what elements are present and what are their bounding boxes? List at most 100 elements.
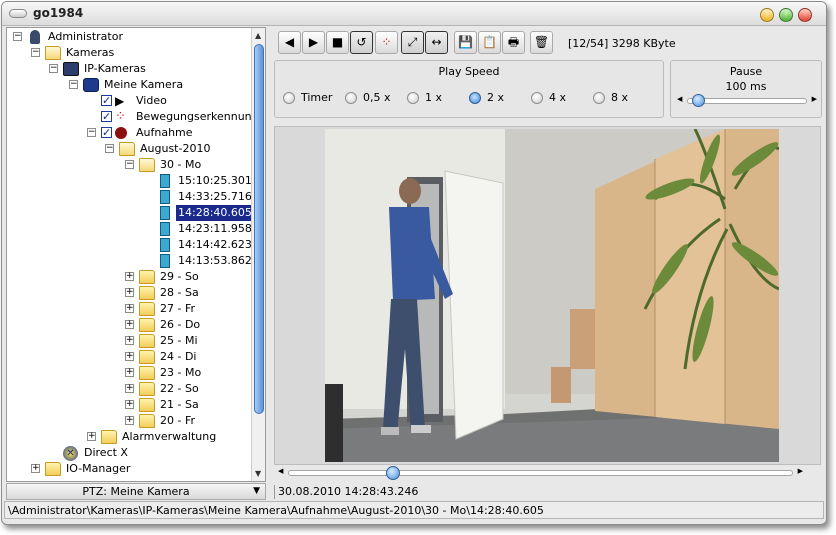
collapse-icon[interactable]: −	[87, 128, 96, 137]
tree-item[interactable]: +26 - Do	[7, 317, 247, 333]
expand-icon[interactable]: +	[125, 384, 134, 393]
tree-item[interactable]: − August-2010	[7, 141, 247, 157]
slider-left-arrow-icon[interactable]: ◀	[278, 467, 283, 475]
tree-item[interactable]: − 30 - Mo	[7, 157, 247, 173]
tree-item[interactable]: +22 - So	[7, 381, 247, 397]
pause-slider-thumb[interactable]	[692, 94, 705, 107]
camera-tree[interactable]: − Administrator − Kameras − IP-Kameras − Meine …	[6, 27, 266, 482]
tree-item-label: Direct X	[84, 446, 128, 459]
tree-item-label: 26 - Do	[160, 318, 201, 331]
pause-slider-track[interactable]	[687, 98, 807, 104]
motion-markers-button[interactable]: ⁘	[375, 31, 398, 54]
folder-icon	[139, 350, 155, 364]
collapse-icon[interactable]: −	[105, 144, 114, 153]
tree-item[interactable]: +27 - Fr	[7, 301, 247, 317]
collapse-icon[interactable]: −	[31, 48, 40, 57]
tree-item[interactable]: ✓ ▶ Video	[7, 93, 247, 109]
tree-item[interactable]: +28 - Sa	[7, 285, 247, 301]
play-speed-title: Play Speed	[438, 65, 500, 78]
minimize-button[interactable]	[760, 8, 774, 22]
print-icon: 🖶	[507, 35, 520, 49]
fullscreen-button[interactable]: ⤢	[401, 31, 424, 54]
playback-position-thumb[interactable]	[386, 466, 400, 480]
tree-item[interactable]: + Alarmverwaltung	[7, 429, 247, 445]
camera-frame-image	[325, 129, 779, 462]
expand-icon[interactable]: +	[31, 464, 40, 473]
radio-icon[interactable]	[593, 92, 605, 104]
expand-icon[interactable]: +	[125, 272, 134, 281]
ptz-selector[interactable]: PTZ: Meine Kamera ▼	[6, 483, 266, 500]
previous-button[interactable]: ◀	[278, 31, 301, 54]
tree-item-label: 14:28:40.605	[175, 204, 255, 222]
slider-right-arrow-icon[interactable]: ▶	[812, 95, 817, 103]
expand-icon[interactable]: +	[125, 352, 134, 361]
radio-icon[interactable]	[407, 92, 419, 104]
radio-icon[interactable]	[531, 92, 543, 104]
play-button[interactable]: ▶	[302, 31, 325, 54]
tree-item[interactable]: +21 - Sa	[7, 397, 247, 413]
playback-position-slider[interactable]: ◀ ▶	[274, 466, 807, 480]
motion-markers-icon: ⁘	[381, 35, 392, 49]
collapse-icon[interactable]: −	[125, 160, 134, 169]
expand-icon[interactable]: +	[125, 288, 134, 297]
recycle-bin-icon: 🗑	[533, 35, 550, 49]
scroll-down-icon[interactable]: ▼	[255, 469, 261, 478]
clipboard-button[interactable]: 📋	[478, 31, 501, 54]
camera-frame[interactable]	[325, 129, 779, 462]
tree-item[interactable]: +25 - Mi	[7, 333, 247, 349]
tree-item[interactable]: − IP-Kameras	[7, 61, 247, 77]
expand-icon[interactable]: +	[125, 320, 134, 329]
expand-icon[interactable]: +	[125, 336, 134, 345]
pause-slider[interactable]: ◀ ▶	[677, 94, 817, 107]
expand-icon[interactable]: +	[125, 304, 134, 313]
radio-icon[interactable]	[469, 92, 481, 104]
radio-icon[interactable]	[283, 92, 295, 104]
maximize-button[interactable]	[779, 8, 793, 22]
collapse-icon[interactable]: −	[69, 80, 78, 89]
chevron-down-icon[interactable]: ▼	[253, 484, 260, 499]
slider-right-arrow-icon[interactable]: ▶	[798, 467, 803, 475]
expand-icon[interactable]: +	[87, 432, 96, 441]
tree-item[interactable]: − Administrator	[7, 29, 247, 45]
expand-icon[interactable]: +	[125, 400, 134, 409]
close-button[interactable]	[798, 8, 812, 22]
tree-item-checkbox[interactable]: ✓	[101, 127, 112, 138]
radio-icon[interactable]	[345, 92, 357, 104]
tree-item[interactable]: 14:28:40.605	[7, 204, 255, 222]
collapse-icon[interactable]: −	[49, 64, 58, 73]
tree-item[interactable]: − Kameras	[7, 45, 247, 61]
tree-item[interactable]: + IO-Manager	[7, 461, 247, 477]
tree-item-checkbox[interactable]: ✓	[101, 111, 112, 122]
tree-item[interactable]: − Meine Kamera	[7, 77, 247, 93]
delete-button[interactable]: 🗑	[530, 31, 553, 54]
tree-item[interactable]: ✓ ⁘ Bewegungserkennung	[7, 109, 259, 125]
tree-item[interactable]: 14:13:53.862	[7, 253, 252, 269]
playback-position-track[interactable]	[288, 470, 793, 476]
tree-scrollbar-thumb[interactable]	[254, 44, 264, 414]
tree-item[interactable]: ✕ Direct X	[7, 445, 247, 461]
tree-item[interactable]: +23 - Mo	[7, 365, 247, 381]
tree-item[interactable]: − ✓ Aufnahme	[7, 125, 247, 141]
tree-item-label: 15:10:25.301	[178, 174, 252, 187]
expand-icon[interactable]: +	[125, 416, 134, 425]
tree-item[interactable]: +24 - Di	[7, 349, 247, 365]
tree-item[interactable]: +20 - Fr	[7, 413, 247, 429]
stop-button[interactable]: ■	[326, 31, 349, 54]
slider-left-arrow-icon[interactable]: ◀	[677, 95, 682, 103]
tree-item[interactable]: +29 - So	[7, 269, 247, 285]
expand-icon[interactable]: +	[125, 368, 134, 377]
stop-icon: ■	[331, 35, 344, 49]
scroll-up-icon[interactable]: ▲	[255, 31, 261, 40]
fit-width-button[interactable]: ↔	[425, 31, 448, 54]
tree-item-checkbox[interactable]: ✓	[101, 95, 112, 106]
tree-item[interactable]: 14:33:25.716	[7, 189, 252, 205]
tree-item-label: Kameras	[66, 46, 115, 59]
tree-item[interactable]: 15:10:25.301	[7, 173, 252, 189]
tree-item[interactable]: 14:23:11.958	[7, 221, 252, 237]
save-button[interactable]: 💾	[454, 31, 477, 54]
tree-item[interactable]: 14:14:42.623	[7, 237, 252, 253]
tree-scrollbar[interactable]: ▲ ▼	[251, 28, 265, 481]
loop-button[interactable]: ↺	[350, 31, 373, 54]
collapse-icon[interactable]: −	[13, 32, 22, 41]
print-button[interactable]: 🖶	[502, 31, 525, 54]
